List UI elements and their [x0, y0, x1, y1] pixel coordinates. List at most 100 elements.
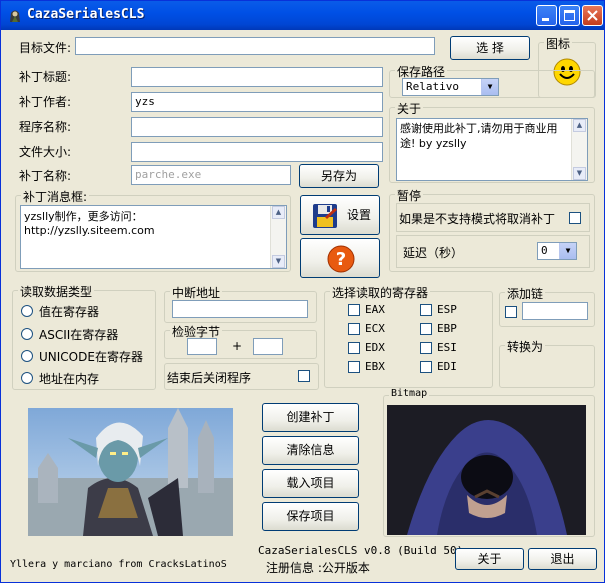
- registers-group: 选择读取的寄存器 EAX ECX EDX EBX ESP EBP ESI EDI: [324, 284, 493, 388]
- program-name-label: 程序名称:: [19, 120, 72, 134]
- break-address-title: 中断地址: [170, 284, 223, 301]
- convert-group: 转换为: [499, 338, 595, 388]
- save-path-select[interactable]: Relativo ▼: [402, 78, 499, 96]
- message-title: 补丁消息框:: [21, 188, 90, 205]
- read-type-group: 读取数据类型 值在寄存器 ASCII在寄存器 UNICODE在寄存器 地址在内存: [12, 283, 156, 390]
- add-chain-group: 添加链: [499, 285, 595, 327]
- pause-title: 暂停: [395, 187, 424, 204]
- about-group: 关于 感谢使用此补丁,请勿用于商业用途! by yzslly ▲ ▼: [389, 100, 595, 183]
- app-icon: [10, 10, 20, 22]
- patch-author-field[interactable]: yzs: [131, 92, 383, 112]
- check-bytes-field-a[interactable]: [187, 338, 217, 355]
- register-checkbox-ecx[interactable]: [348, 323, 360, 335]
- plus-sign: +: [232, 339, 243, 353]
- patch-title-field[interactable]: [131, 67, 383, 87]
- close-icon: [587, 10, 598, 21]
- settings-button[interactable]: 设置: [300, 195, 380, 235]
- register-checkbox-ebx[interactable]: [348, 361, 360, 373]
- save-path-value: Relativo: [406, 80, 459, 93]
- register-checkbox-edx[interactable]: [348, 342, 360, 354]
- register-checkbox-edi[interactable]: [420, 361, 432, 373]
- read-type-label: 地址在内存: [39, 372, 100, 386]
- maximize-icon: [564, 10, 575, 21]
- break-address-group: 中断地址: [164, 284, 317, 323]
- floppy-disk-icon: [313, 204, 337, 228]
- check-bytes-group: 检验字节 +: [164, 323, 317, 359]
- svg-text:?: ?: [336, 249, 346, 270]
- register-label: EDI: [437, 360, 457, 373]
- target-file-label: 目标文件:: [19, 41, 72, 55]
- minimize-button[interactable]: [536, 5, 557, 26]
- read-type-radio-memory-address[interactable]: [21, 372, 33, 384]
- help-button[interactable]: ?: [300, 238, 380, 278]
- icon-group-title: 图标: [544, 35, 573, 52]
- exit-button[interactable]: 退出: [528, 548, 597, 570]
- about-scrollbar[interactable]: ▲ ▼: [571, 119, 587, 180]
- delay-value: 0: [541, 244, 548, 257]
- about-text: 感谢使用此补丁,请勿用于商业用途! by yzslly ▲ ▼: [396, 118, 588, 181]
- read-type-radio-ascii[interactable]: [21, 328, 33, 340]
- credits-text: Yllera y marciano from CracksLatinoS: [10, 559, 227, 570]
- save-path-group: 保存路径 Relativo ▼: [389, 63, 595, 98]
- chevron-down-icon[interactable]: ▼: [481, 79, 498, 95]
- program-name-field[interactable]: [131, 117, 383, 137]
- scroll-down-icon[interactable]: ▼: [573, 167, 586, 180]
- scroll-up-icon[interactable]: ▲: [272, 206, 285, 219]
- unsupported-label: 如果是不支持模式将取消补丁: [399, 212, 556, 226]
- unsupported-checkbox[interactable]: [569, 212, 581, 224]
- save-as-button[interactable]: 另存为: [299, 164, 379, 188]
- client-area: 目标文件: 选 择 图标 补丁标题: 补丁作者: yzs 程序名称: 文件大小:…: [4, 30, 602, 581]
- message-text: yzslly制作，更多访问：http://yzslly.siteem.com: [24, 210, 155, 237]
- close-after-checkbox[interactable]: [298, 370, 310, 382]
- about-text-content: 感谢使用此补丁,请勿用于商业用途! by yzslly: [400, 122, 558, 150]
- register-label: EBP: [437, 322, 457, 335]
- read-type-radio-unicode[interactable]: [21, 350, 33, 362]
- character-artwork: [28, 408, 233, 536]
- register-checkbox-eax[interactable]: [348, 304, 360, 316]
- register-label: ECX: [365, 322, 385, 335]
- unsupported-row: 如果是不支持模式将取消补丁: [396, 203, 590, 232]
- file-size-field[interactable]: [131, 142, 383, 162]
- check-bytes-field-b[interactable]: [253, 338, 283, 355]
- message-scrollbar[interactable]: ▲ ▼: [270, 206, 286, 268]
- read-type-title: 读取数据类型: [18, 283, 95, 300]
- register-checkbox-ebp[interactable]: [420, 323, 432, 335]
- convert-title: 转换为: [505, 338, 546, 355]
- read-type-label: UNICODE在寄存器: [39, 350, 143, 364]
- delay-select[interactable]: 0 ▼: [537, 242, 577, 260]
- add-chain-field[interactable]: [522, 302, 588, 320]
- patch-name-field[interactable]: parche.exe: [131, 165, 291, 185]
- chevron-down-icon[interactable]: ▼: [559, 243, 576, 259]
- close-after-label: 结束后关闭程序: [167, 371, 252, 385]
- close-after-row: 结束后关闭程序: [164, 363, 319, 390]
- clear-info-button[interactable]: 清除信息: [262, 436, 359, 465]
- register-checkbox-esp[interactable]: [420, 304, 432, 316]
- pause-group: 暂停 如果是不支持模式将取消补丁 延迟（秒） 0 ▼: [389, 187, 595, 272]
- delay-row: 延迟（秒） 0 ▼: [396, 235, 590, 268]
- read-type-radio-register-value[interactable]: [21, 305, 33, 317]
- title-bar[interactable]: CazaSerialesCLS: [1, 1, 604, 30]
- browse-button[interactable]: 选 择: [450, 36, 530, 60]
- about-button[interactable]: 关于: [455, 548, 524, 570]
- scroll-down-icon[interactable]: ▼: [272, 255, 285, 268]
- minimize-icon: [542, 18, 549, 21]
- save-project-button[interactable]: 保存项目: [262, 502, 359, 531]
- window-title: CazaSerialesCLS: [27, 7, 145, 22]
- add-chain-checkbox[interactable]: [505, 306, 517, 318]
- maximize-button[interactable]: [559, 5, 580, 26]
- scroll-up-icon[interactable]: ▲: [573, 119, 586, 132]
- main-window: CazaSerialesCLS 目标文件: 选 择 图标 补丁标题: 补丁作者:…: [0, 0, 605, 583]
- message-box[interactable]: yzslly制作，更多访问：http://yzslly.siteem.com ▲…: [20, 205, 287, 269]
- break-address-field[interactable]: [172, 300, 308, 318]
- create-patch-button[interactable]: 创建补丁: [262, 403, 359, 432]
- help-icon: ?: [327, 245, 355, 273]
- close-button[interactable]: [582, 5, 603, 26]
- register-label: EAX: [365, 303, 385, 316]
- bitmap-image: [387, 405, 586, 535]
- patch-name-label: 补丁名称:: [19, 169, 72, 183]
- target-file-field[interactable]: [75, 37, 435, 55]
- patch-author-label: 补丁作者:: [19, 95, 72, 109]
- load-project-button[interactable]: 载入项目: [262, 469, 359, 498]
- register-checkbox-esi[interactable]: [420, 342, 432, 354]
- add-chain-title: 添加链: [505, 285, 546, 302]
